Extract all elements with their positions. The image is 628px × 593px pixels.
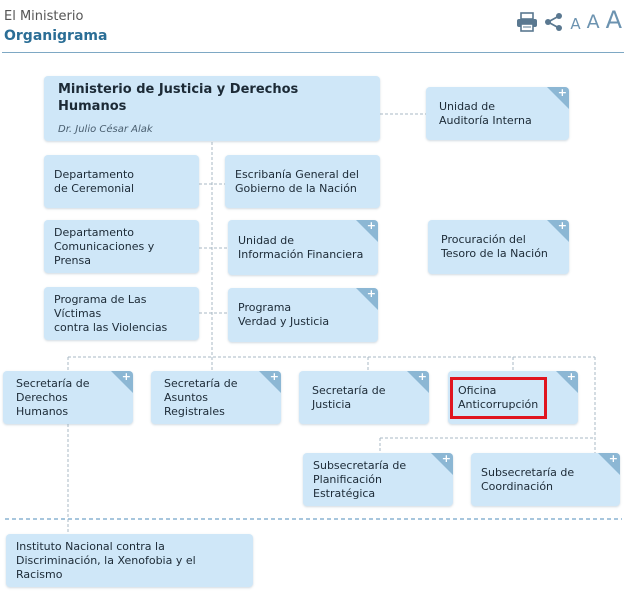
expand-plus-icon[interactable]: + <box>356 288 378 310</box>
node-sec-justicia[interactable]: Secretaría de Justicia + <box>299 371 429 424</box>
node-ministerio-head: Dr. Julio César Alak <box>58 123 153 135</box>
node-procuracion[interactable]: Procuración del Tesoro de la Nación + <box>428 220 569 274</box>
node-sec-ddhh[interactable]: Secretaría de Derechos Humanos + <box>3 371 133 424</box>
node-label: Unidad de Información Financiera <box>238 233 364 261</box>
expand-plus-icon[interactable]: + <box>259 371 281 393</box>
expand-plus-icon[interactable]: + <box>547 220 569 242</box>
node-sec-registrales[interactable]: Secretaría de Asuntos Registrales + <box>151 371 281 424</box>
node-ceremonial[interactable]: Departamento de Ceremonial <box>44 155 199 208</box>
node-label: Secretaría de Asuntos Registrales <box>164 376 238 418</box>
node-label: Instituto Nacional contra la Discriminac… <box>16 539 196 581</box>
node-label: Programa Verdad y Justicia <box>238 301 330 328</box>
node-ministerio-name: Ministerio de Justicia y Derechos Humano… <box>58 81 299 114</box>
node-label: Departamento de Ceremonial <box>54 167 135 195</box>
node-comunicaciones[interactable]: Departamento Comunicaciones y Prensa <box>44 220 199 273</box>
node-verdad-justicia[interactable]: Programa Verdad y Justicia + <box>228 288 378 342</box>
node-label: Programa de Las Víctimas contra las Viol… <box>54 292 168 334</box>
expand-plus-icon[interactable]: + <box>547 87 569 109</box>
expand-plus-icon[interactable]: + <box>556 371 578 393</box>
node-label: Departamento Comunicaciones y Prensa <box>54 225 155 267</box>
node-label: Escribanía General del Gobierno de la Na… <box>235 167 359 195</box>
expand-plus-icon[interactable]: + <box>598 453 620 475</box>
expand-plus-icon[interactable]: + <box>356 220 378 242</box>
expand-plus-icon[interactable]: + <box>431 453 453 475</box>
highlight-box <box>450 377 547 419</box>
node-label: Procuración del Tesoro de la Nación <box>441 233 548 260</box>
node-planificacion[interactable]: Subsecretaría de Planificación Estratégi… <box>303 453 453 506</box>
node-label: Secretaría de Justicia <box>312 383 386 411</box>
node-victimas[interactable]: Programa de Las Víctimas contra las Viol… <box>44 287 199 340</box>
node-label: Subsecretaría de Coordinación <box>481 465 575 493</box>
node-coordinacion[interactable]: Subsecretaría de Coordinación + <box>471 453 620 506</box>
expand-plus-icon[interactable]: + <box>111 371 133 393</box>
node-inadi[interactable]: Instituto Nacional contra la Discriminac… <box>6 534 253 587</box>
node-ministerio[interactable]: Ministerio de Justicia y Derechos Humano… <box>44 76 380 141</box>
node-label: Secretaría de Derechos Humanos <box>16 376 90 418</box>
node-label: Subsecretaría de Planificación Estratégi… <box>313 458 407 500</box>
expand-plus-icon[interactable]: + <box>407 371 429 393</box>
node-auditoria-interna[interactable]: Unidad de Auditoría Interna + <box>426 87 569 140</box>
node-escribania[interactable]: Escribanía General del Gobierno de la Na… <box>225 155 380 208</box>
node-uif[interactable]: Unidad de Información Financiera + <box>228 220 378 275</box>
node-label: Unidad de Auditoría Interna <box>439 99 532 127</box>
